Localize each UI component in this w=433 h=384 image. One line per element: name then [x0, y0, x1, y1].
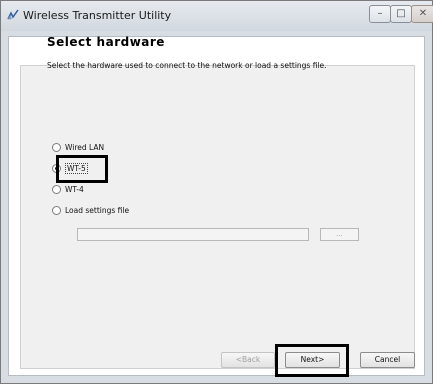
wizard-panel: [20, 65, 415, 369]
radio-button[interactable]: [52, 184, 61, 194]
radio-label: WT-4: [65, 185, 84, 194]
page-title: Select hardware: [47, 35, 165, 49]
title-bar[interactable]: Wireless Transmitter Utility – □ ✕: [1, 1, 433, 31]
radio-wt4[interactable]: WT-4: [52, 184, 84, 196]
highlight-box-next: [275, 344, 349, 377]
window-title: Wireless Transmitter Utility: [23, 9, 172, 22]
radio-label: Load settings file: [65, 206, 130, 215]
back-button[interactable]: <Back: [221, 352, 275, 368]
maximize-button[interactable]: □: [390, 5, 412, 23]
radio-load-settings[interactable]: Load settings file: [52, 205, 129, 217]
page-description: Select the hardware used to connect to t…: [47, 61, 327, 70]
app-icon: [7, 9, 19, 20]
cancel-button[interactable]: Cancel: [360, 352, 415, 368]
highlight-box-wt5: [56, 155, 108, 183]
radio-button[interactable]: [52, 142, 61, 152]
minimize-button[interactable]: –: [369, 5, 391, 23]
settings-file-path-input[interactable]: [77, 228, 309, 241]
radio-label: Wired LAN: [65, 143, 105, 152]
browse-button[interactable]: ...: [320, 228, 359, 241]
radio-wired-lan[interactable]: Wired LAN: [52, 142, 104, 154]
radio-button[interactable]: [52, 205, 61, 215]
close-button[interactable]: ✕: [411, 5, 433, 23]
